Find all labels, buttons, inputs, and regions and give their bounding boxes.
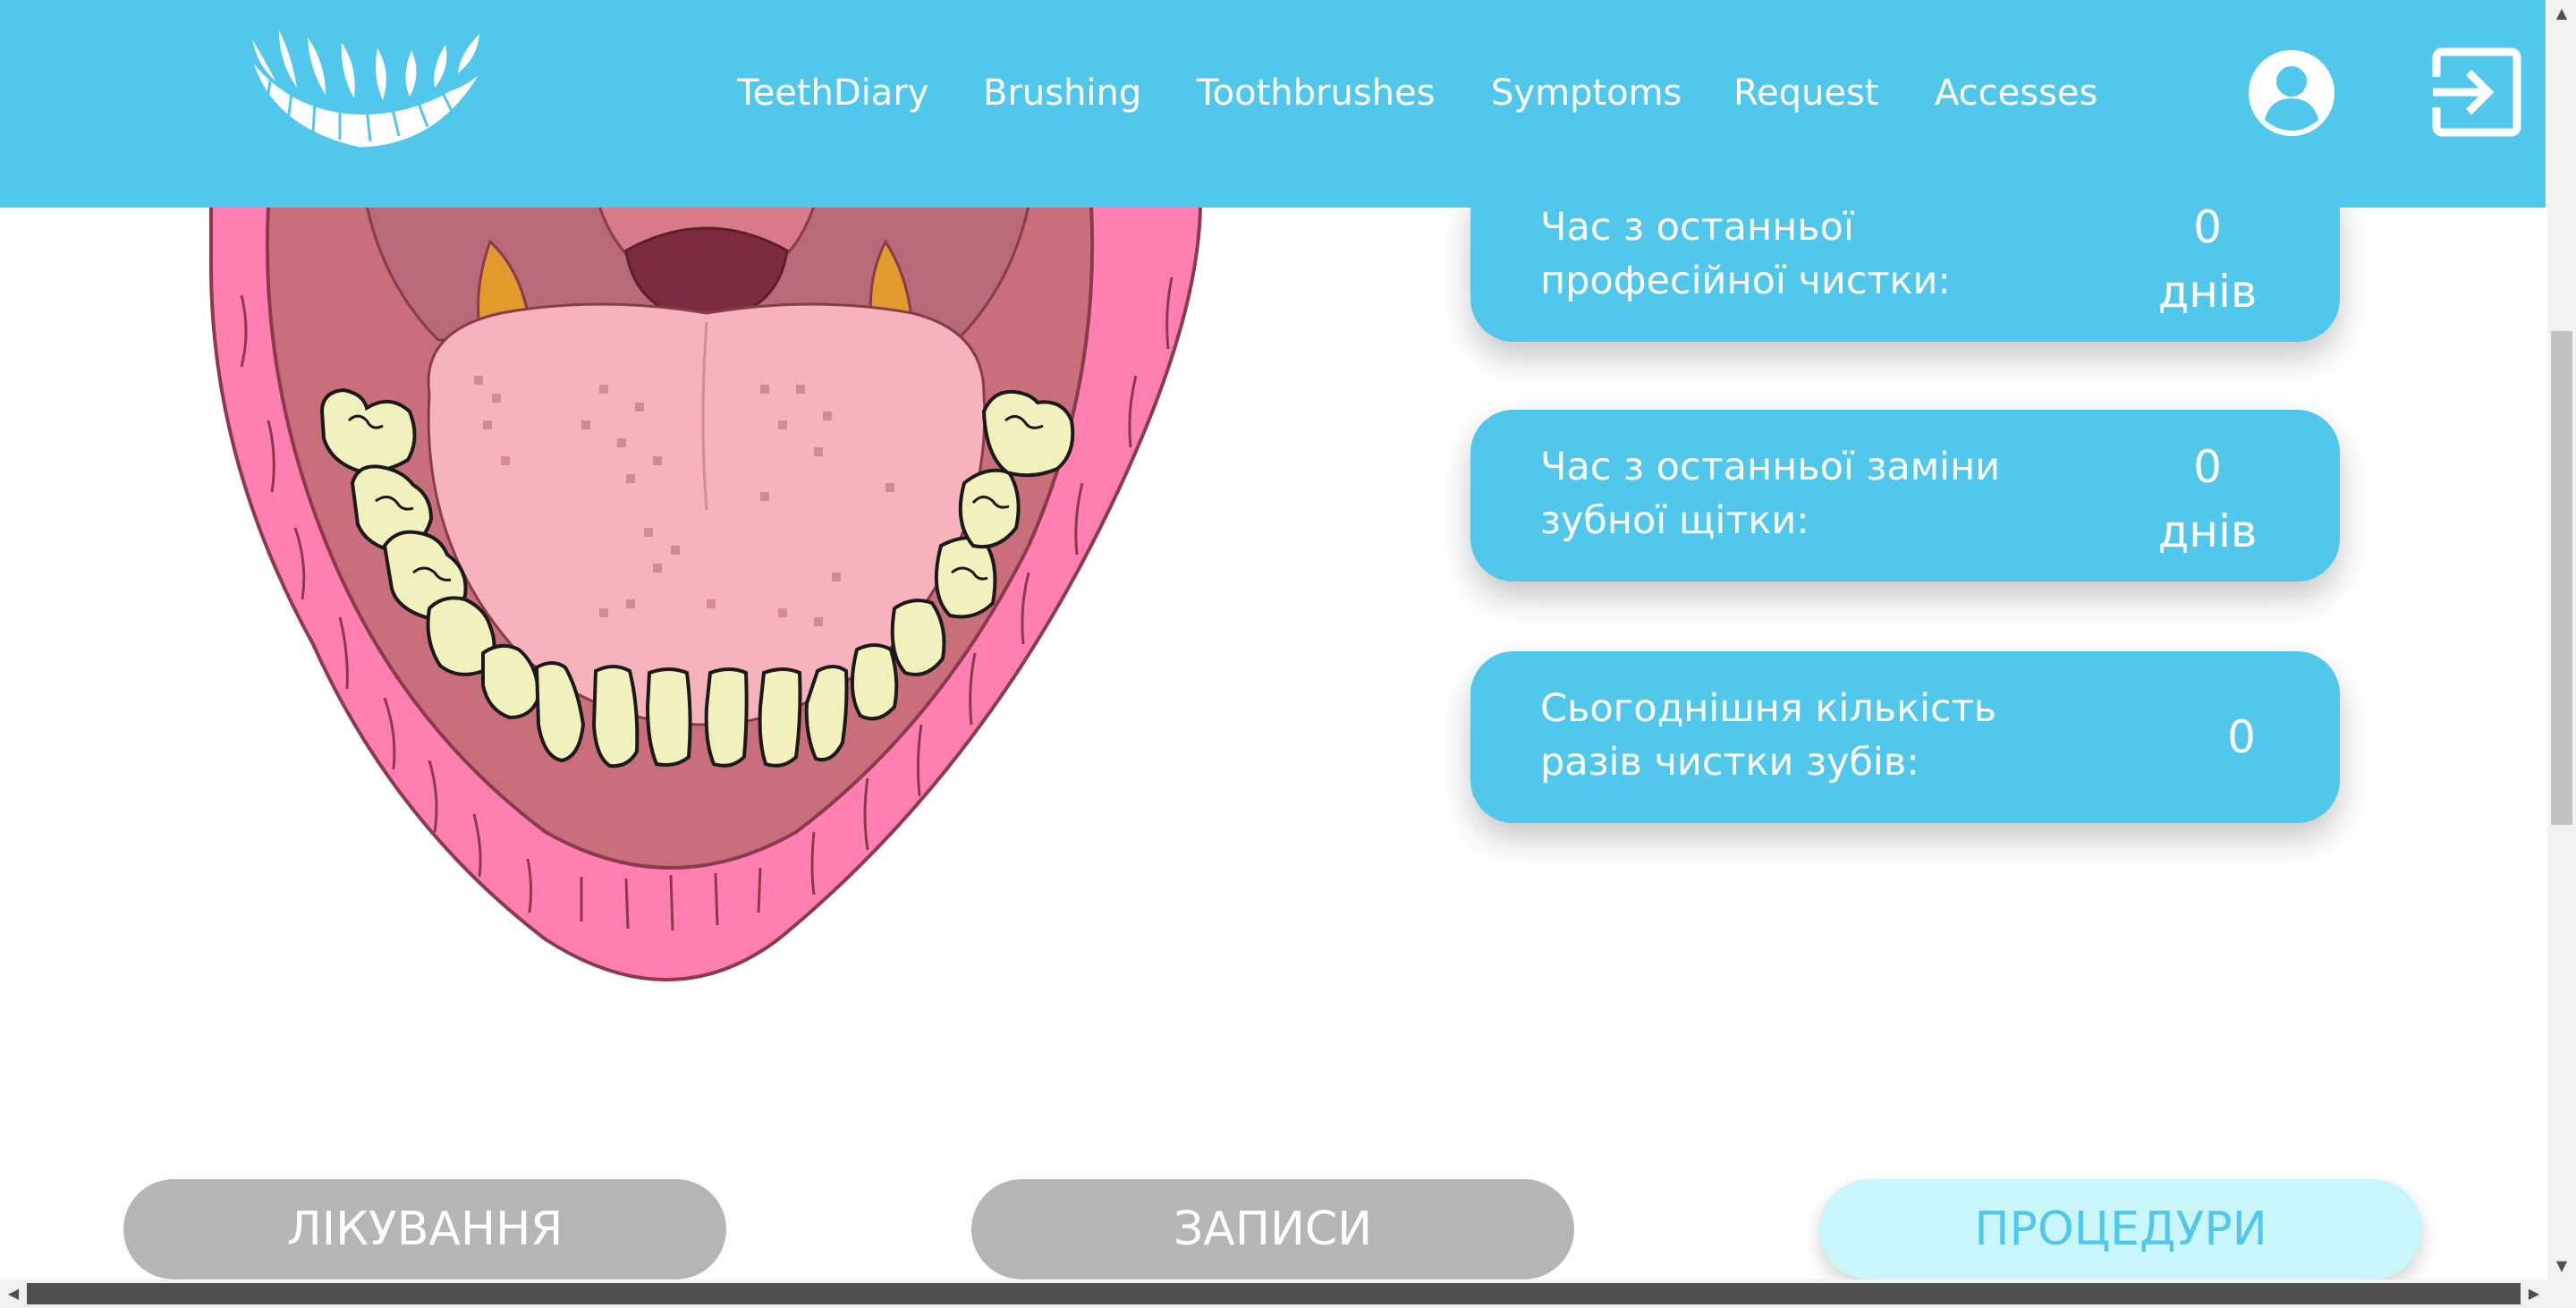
top-navigation-bar: TeethDiary Brushing Toothbrushes Symptom… xyxy=(0,0,2546,208)
stat-label: Час з останньої професійної чистки: xyxy=(1540,205,1951,303)
logout-icon[interactable] xyxy=(2431,47,2522,138)
treatment-button[interactable]: ЛІКУВАННЯ xyxy=(123,1179,726,1279)
stat-label: Час з останньої заміни зубної щітки: xyxy=(1540,445,2001,543)
nav-brushing[interactable]: Brushing xyxy=(983,68,1141,118)
horizontal-scrollbar[interactable]: ◀ ▶ xyxy=(0,1279,2576,1308)
stat-card-toothbrush-change: Час з останньої заміни зубної щітки: 0 д… xyxy=(1470,410,2340,582)
scroll-up-icon[interactable]: ▲ xyxy=(2547,0,2576,27)
nav-symptoms[interactable]: Symptoms xyxy=(1491,68,1682,118)
stat-unit: днів xyxy=(2157,505,2258,557)
stat-unit: днів xyxy=(2157,266,2258,318)
stat-value: 0 xyxy=(2193,441,2222,493)
stat-label: Сьогоднішня кількість разів чистки зубів… xyxy=(1540,686,1997,785)
nav-toothbrushes[interactable]: Toothbrushes xyxy=(1197,68,1435,118)
nav-accesses[interactable]: Accesses xyxy=(1935,68,2097,118)
records-button[interactable]: ЗАПИСИ xyxy=(971,1179,1574,1279)
main-nav: TeethDiary Brushing Toothbrushes Symptom… xyxy=(0,0,2546,184)
mouth-diagram xyxy=(208,204,1203,981)
vertical-scrollbar[interactable]: ▲ ▼ xyxy=(2547,0,2576,1279)
scroll-right-icon[interactable]: ▶ xyxy=(2521,1279,2547,1308)
stat-card-brushing-today: Сьогоднішня кількість разів чистки зубів… xyxy=(1470,651,2340,823)
nav-request[interactable]: Request xyxy=(1733,68,1878,118)
scroll-left-icon[interactable]: ◀ xyxy=(0,1279,27,1308)
nav-teethdiary[interactable]: TeethDiary xyxy=(737,68,928,118)
vertical-scroll-thumb[interactable] xyxy=(2551,331,2572,825)
horizontal-scroll-thumb[interactable] xyxy=(27,1283,2521,1304)
scroll-down-icon[interactable]: ▼ xyxy=(2547,1253,2576,1279)
user-account-icon[interactable] xyxy=(2247,48,2336,138)
stat-value: 0 xyxy=(2227,711,2256,763)
procedures-button[interactable]: ПРОЦЕДУРИ xyxy=(1819,1179,2422,1279)
